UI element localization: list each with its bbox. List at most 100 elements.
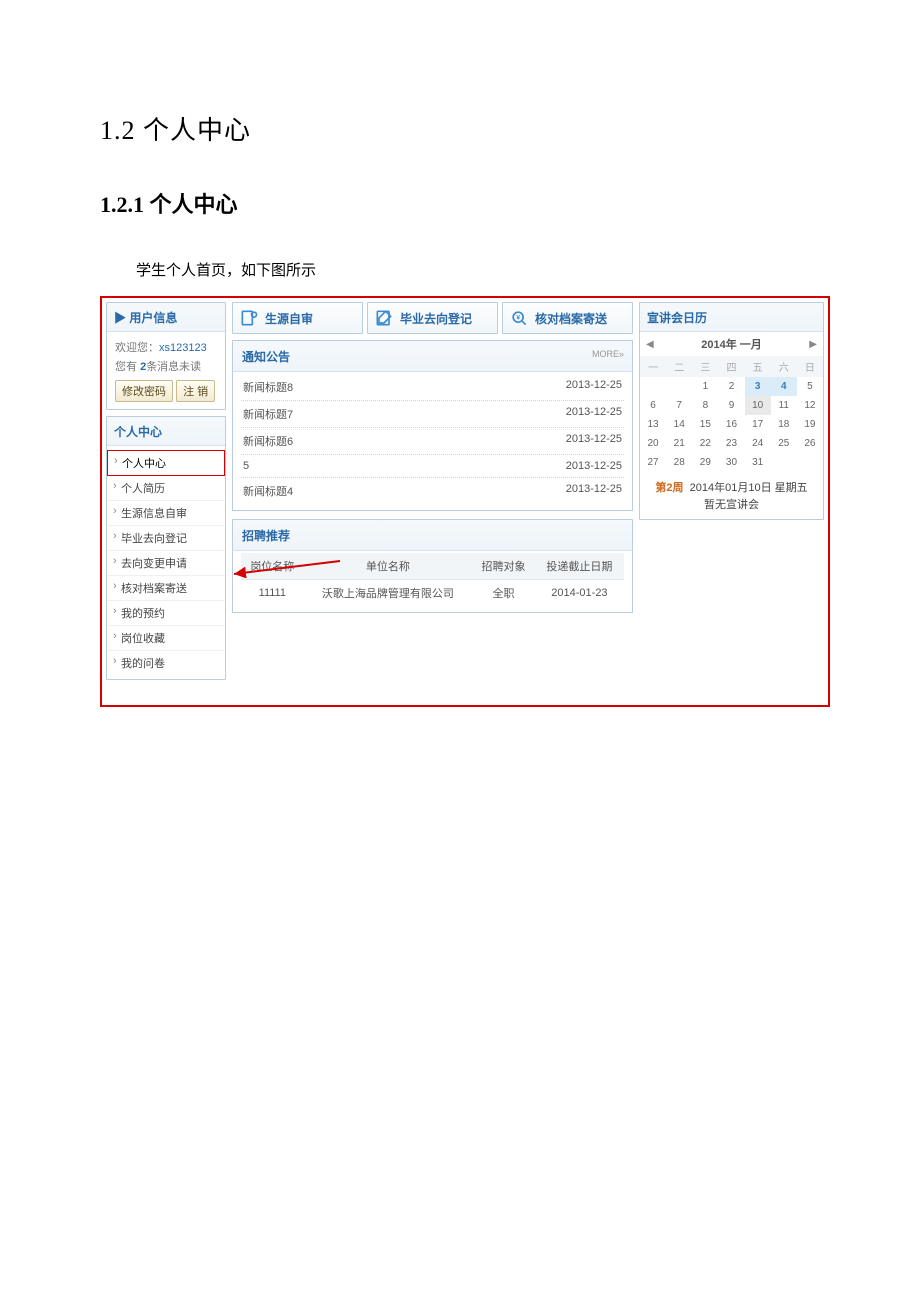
calendar-day[interactable]: 27 — [640, 453, 666, 472]
calendar-day[interactable]: 29 — [692, 453, 718, 472]
sidebar-item-6[interactable]: 我的预约 — [107, 601, 225, 626]
calendar-day — [797, 453, 823, 472]
sidebar-item-1[interactable]: 个人简历 — [107, 476, 225, 501]
calendar-dow: 五 — [745, 356, 771, 377]
notice-item-title: 新闻标题8 — [243, 379, 293, 395]
action-bar: 生源自审 毕业去向登记 ¥核对档案寄送 — [232, 302, 633, 334]
jobs-row[interactable]: 11111沃歌上海品牌管理有限公司全职2014-01-23 — [241, 580, 624, 607]
calendar-day[interactable]: 8 — [692, 396, 718, 415]
message-line[interactable]: 您有 2条消息未读 — [115, 358, 217, 374]
notice-item-date: 2013-12-25 — [566, 406, 622, 422]
msg-suffix: 条消息未读 — [146, 361, 201, 373]
notice-item-date: 2013-12-25 — [566, 433, 622, 449]
sidebar-item-3[interactable]: 毕业去向登记 — [107, 526, 225, 551]
action-button-1[interactable]: 毕业去向登记 — [367, 302, 498, 334]
sidebar-item-8[interactable]: 我的问卷 — [107, 651, 225, 675]
sidebar-item-0[interactable]: 个人中心 — [107, 450, 225, 476]
calendar-day[interactable]: 24 — [745, 434, 771, 453]
notice-header: 通知公告 MORE» — [232, 340, 633, 372]
calendar-day[interactable]: 31 — [745, 453, 771, 472]
sidebar-menu: 个人中心个人简历生源信息自审毕业去向登记去向变更申请核对档案寄送我的预约岗位收藏… — [107, 446, 225, 679]
calendar-day[interactable]: 10 — [745, 396, 771, 415]
calendar-day[interactable]: 12 — [797, 396, 823, 415]
action-button-0[interactable]: 生源自审 — [232, 302, 363, 334]
jobs-title: 招聘推荐 — [242, 529, 290, 543]
calendar-day[interactable]: 21 — [666, 434, 692, 453]
calendar-day[interactable]: 26 — [797, 434, 823, 453]
calendar-day[interactable]: 30 — [718, 453, 744, 472]
userinfo-title: ▶ 用户信息 — [107, 303, 225, 332]
notice-item-title: 5 — [243, 460, 249, 472]
welcome-line: 欢迎您：xs123123 — [115, 339, 217, 355]
calendar-dow: 四 — [718, 356, 744, 377]
action-label: 毕业去向登记 — [400, 310, 472, 327]
calendar-day — [640, 377, 666, 396]
notice-row[interactable]: 新闻标题62013-12-25 — [241, 428, 624, 455]
notice-row[interactable]: 5 2013-12-25 — [241, 455, 624, 478]
calendar-day[interactable]: 9 — [718, 396, 744, 415]
calendar-day[interactable]: 11 — [771, 396, 797, 415]
calendar-day[interactable]: 25 — [771, 434, 797, 453]
calendar-week-label: 第2周 — [655, 482, 683, 494]
calendar-prev-button[interactable]: ◀ — [646, 339, 654, 350]
calendar-day[interactable]: 19 — [797, 415, 823, 434]
calendar-day[interactable]: 17 — [745, 415, 771, 434]
calendar-empty-text: 暂无宣讲会 — [704, 499, 759, 511]
calendar-grid: 一二三四五六日 12345678910111213141516171819202… — [640, 356, 823, 472]
calendar-day[interactable]: 13 — [640, 415, 666, 434]
calendar-dow: 一 — [640, 356, 666, 377]
calendar-panel: 宣讲会日历 ◀ 2014年 一月 ▶ 一二三四五六日 1234567891011… — [639, 302, 824, 520]
sidebar-item-7[interactable]: 岗位收藏 — [107, 626, 225, 651]
sidebar-item-4[interactable]: 去向变更申请 — [107, 551, 225, 576]
notice-row[interactable]: 新闻标题82013-12-25 — [241, 374, 624, 401]
calendar-day[interactable]: 28 — [666, 453, 692, 472]
calendar-day[interactable]: 2 — [718, 377, 744, 396]
notice-item-date: 2013-12-25 — [566, 460, 622, 472]
jobs-header: 招聘推荐 — [232, 519, 633, 551]
calendar-footer: 第2周 2014年01月10日 星期五 暂无宣讲会 — [640, 472, 823, 519]
action-button-2[interactable]: ¥核对档案寄送 — [502, 302, 633, 334]
jobs-table: 岗位名称单位名称招聘对象投递截止日期 11111沃歌上海品牌管理有限公司全职20… — [241, 553, 624, 606]
calendar-selected-date: 2014年01月10日 星期五 — [690, 482, 808, 494]
calendar-day[interactable]: 16 — [718, 415, 744, 434]
calendar-day[interactable]: 15 — [692, 415, 718, 434]
calendar-day[interactable]: 20 — [640, 434, 666, 453]
notice-row[interactable]: 新闻标题72013-12-25 — [241, 401, 624, 428]
jobs-section: 招聘推荐 岗位名称单位名称招聘对象投递截止日期 11111沃歌上海品牌管理有限公… — [232, 519, 633, 613]
calendar-day[interactable]: 6 — [640, 396, 666, 415]
welcome-label: 欢迎您： — [115, 342, 159, 354]
action-label: 生源自审 — [265, 310, 313, 327]
sidebar-item-2[interactable]: 生源信息自审 — [107, 501, 225, 526]
calendar-day[interactable]: 22 — [692, 434, 718, 453]
calendar-day[interactable]: 18 — [771, 415, 797, 434]
jobs-cell: 2014-01-23 — [535, 580, 624, 607]
action-label: 核对档案寄送 — [535, 310, 607, 327]
intro-text: 学生个人首页，如下图所示 — [136, 259, 830, 280]
calendar-dow: 六 — [771, 356, 797, 377]
calendar-next-button[interactable]: ▶ — [809, 339, 817, 350]
calendar-day[interactable]: 14 — [666, 415, 692, 434]
section-heading-2: 1.2.1 个人中心 — [100, 187, 830, 219]
notice-more-link[interactable]: MORE» — [592, 349, 624, 359]
notice-row[interactable]: 新闻标题42013-12-25 — [241, 478, 624, 504]
sidebar-menu-panel: 个人中心 个人中心个人简历生源信息自审毕业去向登记去向变更申请核对档案寄送我的预… — [106, 416, 226, 680]
jobs-cell: 11111 — [241, 580, 304, 607]
jobs-cell: 沃歌上海品牌管理有限公司 — [304, 580, 473, 607]
calendar-dow: 三 — [692, 356, 718, 377]
jobs-col-header: 单位名称 — [304, 553, 473, 580]
calendar-day[interactable]: 7 — [666, 396, 692, 415]
jobs-col-header: 招聘对象 — [472, 553, 535, 580]
sidebar-item-5[interactable]: 核对档案寄送 — [107, 576, 225, 601]
logout-button[interactable]: 注 销 — [176, 380, 215, 402]
calendar-dow: 日 — [797, 356, 823, 377]
calendar-title: 宣讲会日历 — [640, 303, 823, 332]
calendar-day[interactable]: 1 — [692, 377, 718, 396]
action-icon-0 — [239, 308, 259, 328]
calendar-day[interactable]: 4 — [771, 377, 797, 396]
calendar-day[interactable]: 3 — [745, 377, 771, 396]
calendar-day[interactable]: 5 — [797, 377, 823, 396]
calendar-year-month: 2014年 一月 — [701, 336, 762, 352]
change-password-button[interactable]: 修改密码 — [115, 380, 173, 402]
calendar-day[interactable]: 23 — [718, 434, 744, 453]
msg-prefix: 您有 — [115, 361, 140, 373]
